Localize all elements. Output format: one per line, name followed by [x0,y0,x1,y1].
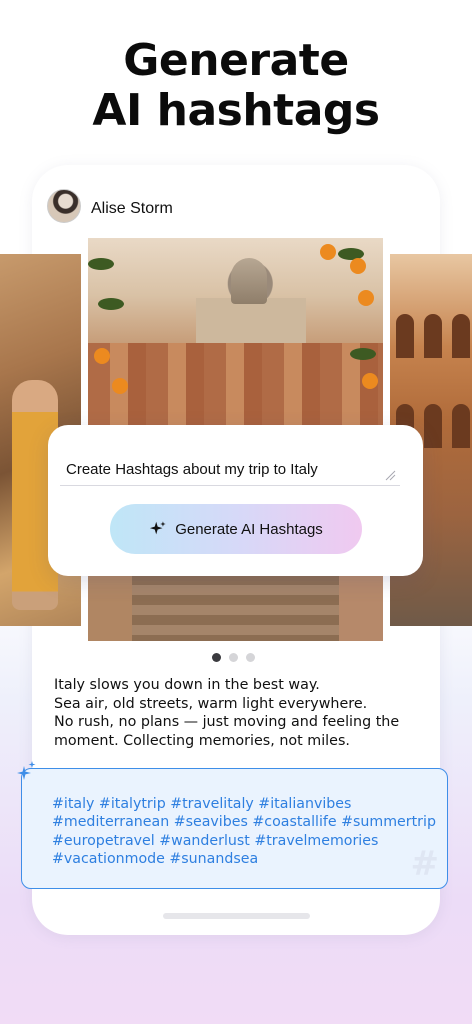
carousel-dots [212,653,255,662]
resize-handle-icon[interactable] [384,469,396,481]
caption-line: Italy slows you down in the best way. [54,677,320,693]
avatar[interactable] [47,189,81,223]
prompt-card: Create Hashtags about my trip to Italy G… [48,425,423,576]
leaf [350,348,376,360]
prompt-underline [60,485,400,486]
sparkle-icon [150,521,166,535]
hashtag-line: #vacationmode #sunandsea [52,851,259,868]
username[interactable]: Alise Storm [91,200,173,218]
leaf [98,298,124,310]
headline: Generate AI hashtags [0,36,472,136]
rooftops-shape [88,343,383,428]
orange [358,290,374,306]
arch [452,404,470,448]
home-indicator [163,913,310,919]
headline-line-2: AI hashtags [92,85,380,136]
arch [396,314,414,358]
arch [452,314,470,358]
orange [320,244,336,260]
hashtag-result-box[interactable]: #italy #italytrip #travelitaly #italianv… [21,768,448,889]
photo-stairs[interactable] [88,575,383,641]
orange [362,373,378,389]
basilica-shape [196,298,306,344]
hashtag-list: #italy #italytrip #travelitaly #italianv… [52,795,444,869]
caption-line: moment. Collecting memories, not miles. [54,732,350,749]
arch [424,404,442,448]
hash-watermark-icon: # [410,844,440,884]
post-caption: Italy slows you down in the best way. Se… [54,676,424,750]
hashtag-line: #italy #italytrip #travelitaly #italianv… [52,796,352,812]
leaf [88,258,114,270]
generate-button-label: Generate AI Hashtags [175,520,323,538]
caption-line: No rush, no plans — just moving and feel… [54,714,400,730]
dome-shape [231,258,267,304]
hashtag-line: #mediterranean #seavibes #coastallife #s… [52,814,436,831]
orange [94,348,110,364]
carousel-dot-active[interactable] [212,653,221,662]
orange [350,258,366,274]
generate-hashtags-button[interactable]: Generate AI Hashtags [110,504,362,554]
carousel-dot[interactable] [229,653,238,662]
carousel-dot[interactable] [246,653,255,662]
prompt-input[interactable]: Create Hashtags about my trip to Italy [66,461,318,478]
hashtag-line: #europetravel #wanderlust #travelmemorie… [52,832,379,849]
ai-stars-icon [17,761,36,780]
photo-rome-skyline[interactable] [88,238,383,428]
arch [424,314,442,358]
headline-line-1: Generate [123,35,349,86]
orange [112,378,128,394]
caption-line: Sea air, old streets, warm light everywh… [54,695,368,712]
